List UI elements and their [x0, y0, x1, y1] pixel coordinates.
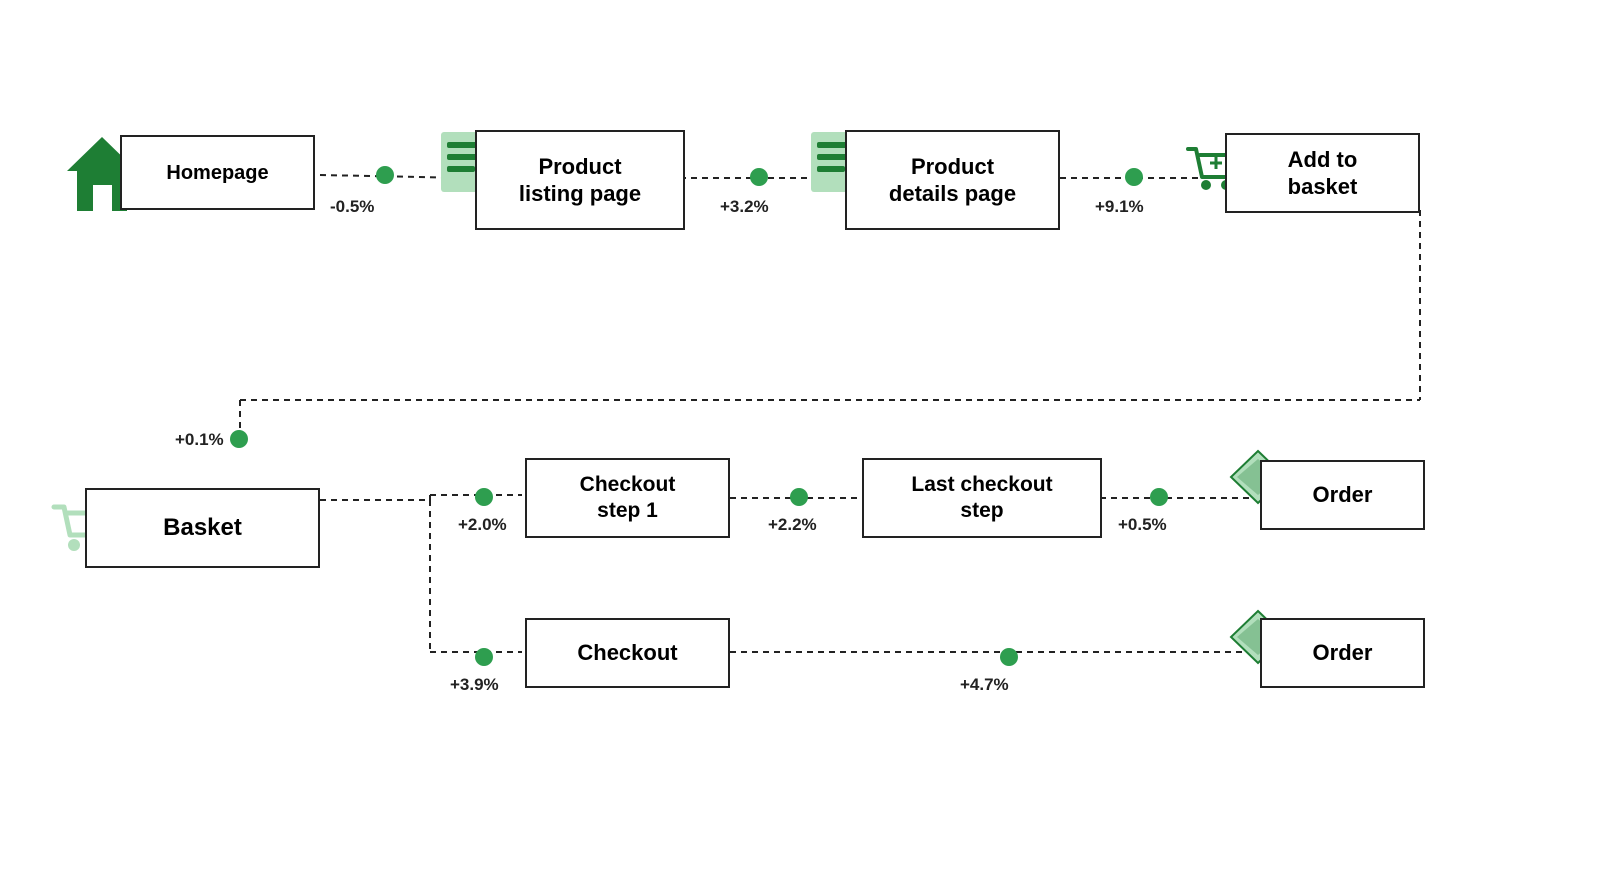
- last-checkout-node: Last checkoutstep: [862, 458, 1102, 538]
- dot-cs1-lcs: [790, 488, 808, 506]
- pdp-label: Productdetails page: [889, 153, 1016, 208]
- pct-basket-cs1: +2.0%: [458, 515, 507, 535]
- pct-pdp-add: +9.1%: [1095, 197, 1144, 217]
- pdp-node: Productdetails page: [845, 130, 1060, 230]
- pct-plp-pdp: +3.2%: [720, 197, 769, 217]
- pct-co-order2: +4.7%: [960, 675, 1009, 695]
- pct-hp-plp: -0.5%: [330, 197, 374, 217]
- homepage-label: Homepage: [166, 161, 268, 185]
- dot-basket-entry: [230, 430, 248, 448]
- flow-diagram: Homepage Productlisting page Productdeta…: [0, 0, 1601, 874]
- pct-lcs-order1: +0.5%: [1118, 515, 1167, 535]
- order1-label: Order: [1313, 482, 1373, 508]
- order2-node: Order: [1260, 618, 1425, 688]
- dot-pdp-add: [1125, 168, 1143, 186]
- dot-basket-co: [475, 648, 493, 666]
- dot-co-order2: [1000, 648, 1018, 666]
- last-checkout-label: Last checkoutstep: [911, 472, 1052, 525]
- checkout-step1-node: Checkoutstep 1: [525, 458, 730, 538]
- dot-plp-pdp: [750, 168, 768, 186]
- pct-basket-co: +3.9%: [450, 675, 499, 695]
- plp-node: Productlisting page: [475, 130, 685, 230]
- checkout-node: Checkout: [525, 618, 730, 688]
- homepage-node: Homepage: [120, 135, 315, 210]
- pct-cs1-lcs: +2.2%: [768, 515, 817, 535]
- order1-node: Order: [1260, 460, 1425, 530]
- basket-label: Basket: [163, 514, 242, 543]
- dot-hp-plp: [376, 166, 394, 184]
- order2-label: Order: [1313, 640, 1373, 666]
- pct-basket: +0.1%: [175, 430, 224, 450]
- checkout-label: Checkout: [577, 640, 677, 666]
- basket-node: Basket: [85, 488, 320, 568]
- dot-lcs-order1: [1150, 488, 1168, 506]
- dot-basket-cs1: [475, 488, 493, 506]
- checkout-step1-label: Checkoutstep 1: [580, 472, 676, 525]
- plp-label: Productlisting page: [519, 153, 641, 208]
- add-to-basket-label: Add tobasket: [1288, 146, 1358, 201]
- add-to-basket-node: Add tobasket: [1225, 133, 1420, 213]
